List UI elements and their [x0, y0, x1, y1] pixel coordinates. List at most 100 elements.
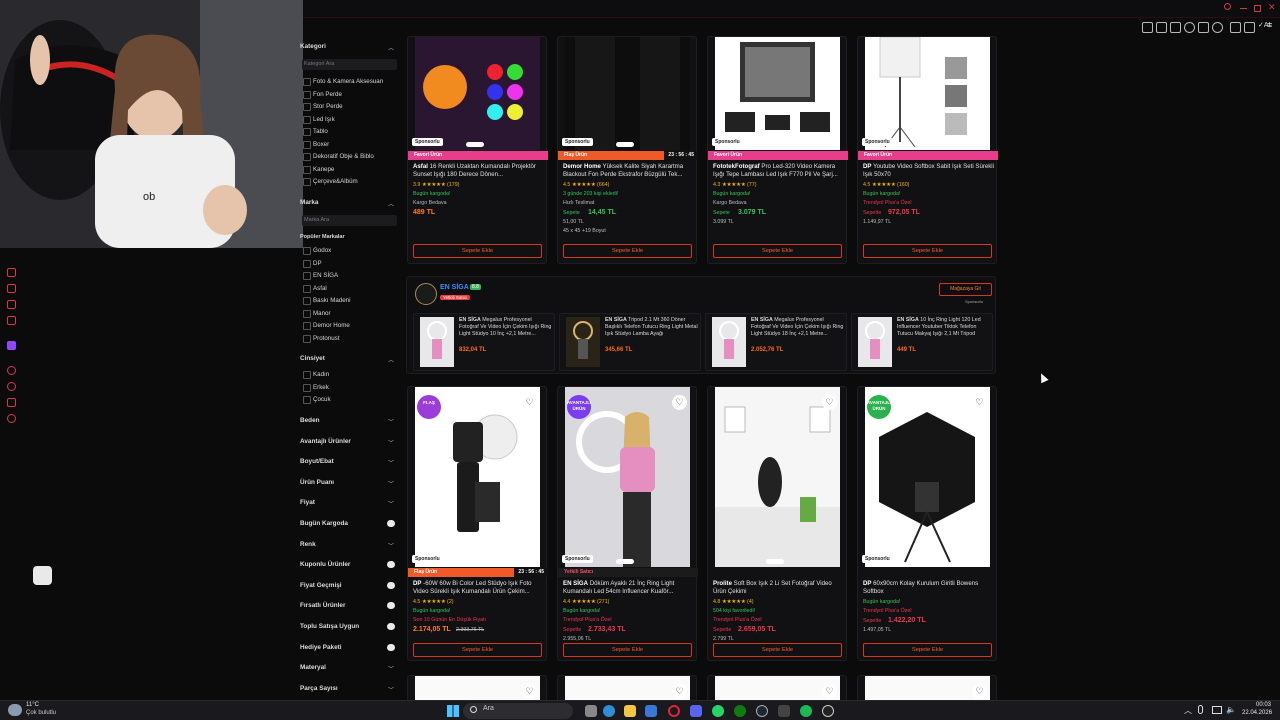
add-panel-icon[interactable] — [33, 566, 52, 585]
obs-icon[interactable] — [822, 705, 834, 717]
filter-section-title[interactable]: Avantajlı Ürünler — [300, 438, 351, 445]
product-title[interactable]: DP Youtube Video Softbox Sabit Işık Seti… — [863, 163, 995, 180]
toggle-switch[interactable] — [387, 602, 395, 610]
start-icon[interactable] — [447, 705, 459, 717]
sidebar-icon-4[interactable] — [7, 316, 16, 325]
bookmark-icon[interactable] — [1156, 22, 1167, 33]
add-to-cart-button[interactable]: Sepete Ekle — [713, 244, 842, 258]
product-image[interactable] — [715, 387, 840, 567]
product-title[interactable]: Demor Home Yüksek Kalite Siyah Karartma … — [563, 163, 695, 180]
chevron-down-icon[interactable]: ﹀ — [388, 438, 394, 447]
product-title[interactable]: DP 60x90cm Kolay Kurulum Giritli Bowens … — [863, 580, 995, 597]
brand-option[interactable]: Manor — [303, 309, 331, 318]
filter-section-title[interactable]: Parça Sayısı — [300, 685, 338, 692]
weather-icon[interactable] — [8, 704, 22, 716]
shield-icon[interactable] — [1170, 22, 1181, 33]
category-option[interactable]: Tablo — [303, 128, 328, 136]
sync-icon[interactable] — [1184, 22, 1195, 33]
product-image[interactable] — [415, 676, 540, 701]
sidebar-icon-6[interactable] — [7, 382, 16, 391]
product-title[interactable]: Prolite Soft Box Işık 2 Li Set Fotoğraf … — [713, 580, 845, 597]
store-icon[interactable] — [645, 705, 657, 717]
product-image[interactable] — [865, 37, 990, 150]
filter-section-title[interactable]: Bugün Kargoda — [300, 520, 348, 527]
product-image[interactable] — [715, 676, 840, 701]
whatsapp-icon[interactable] — [712, 705, 724, 717]
toggle-switch[interactable] — [387, 643, 395, 651]
store-product-image[interactable] — [858, 317, 892, 367]
product-image[interactable] — [715, 37, 840, 150]
product-card[interactable]: ♡ Prolite Soft Box Işık 2 Li Set Fotoğraf… — [707, 386, 847, 661]
sidebar-icon-1[interactable] — [7, 268, 16, 277]
brand-option[interactable]: Baskı Madeni — [303, 297, 351, 305]
discord-icon[interactable] — [690, 705, 702, 717]
filter-section-title[interactable]: Fiyat Geçmişi — [300, 582, 342, 589]
category-search-input[interactable]: Kategori Ara — [302, 59, 397, 70]
sidebar-icon-5[interactable] — [7, 366, 16, 375]
search-icon[interactable] — [1224, 3, 1231, 10]
store-product[interactable]: EN SİGA 10 İnç Ring Light 120 Led Influe… — [851, 313, 993, 371]
chevron-down-icon[interactable]: ﹀ — [388, 499, 394, 508]
category-option[interactable]: Fon Perde — [303, 90, 342, 99]
product-title[interactable]: Asfal 16 Renkli Uzaktan Kumandalı Projek… — [413, 163, 545, 180]
filter-section-title[interactable]: Fiyat — [300, 499, 315, 506]
gender-option[interactable]: Kadın — [302, 371, 329, 379]
volume-icon[interactable]: 🔈 — [1226, 705, 1236, 714]
product-card[interactable]: Sponsorlu ♡ Flaş Ürün 23 : 56 : 45 DP -60W 6… — [407, 386, 548, 661]
filter-brand-title[interactable]: Marka — [300, 199, 318, 206]
toggle-switch[interactable] — [387, 520, 395, 527]
product-title[interactable]: DP -60W 60w Bi Color Led Stüdyo Işık Fot… — [413, 580, 545, 597]
product-image[interactable] — [415, 37, 540, 150]
sidebar-icon-3[interactable] — [7, 300, 16, 309]
chevron-up-icon[interactable]: ︿ — [388, 199, 394, 208]
product-image[interactable] — [865, 676, 990, 701]
play-icon[interactable] — [1198, 22, 1209, 33]
product-title[interactable]: EN SİGA Döküm Ayaklı 21 İnç Ring Light K… — [563, 580, 695, 597]
category-option[interactable]: Boxer — [302, 140, 329, 149]
app-icon[interactable] — [778, 705, 790, 717]
filter-section-title[interactable]: Hediye Paketi — [300, 644, 342, 651]
filter-section-title[interactable]: Toplu Satışa Uygun — [300, 623, 359, 630]
clock-time[interactable]: 00:03 — [1256, 702, 1271, 708]
filter-category-title[interactable]: Kategori — [300, 43, 326, 50]
favorite-heart-icon[interactable]: ♡ — [972, 684, 987, 699]
mic-icon[interactable] — [1198, 705, 1203, 714]
favorite-heart-icon[interactable]: ♡ — [672, 395, 687, 410]
brand-option[interactable]: DP — [303, 259, 322, 268]
gender-option[interactable]: Erkek — [303, 383, 329, 392]
tray-chevron-icon[interactable]: ︿ — [1184, 705, 1192, 716]
sidebar-icon-2[interactable] — [7, 284, 16, 293]
product-card[interactable]: Sponsorlu Flaş Ürün 23 : 56 : 45 Demor Home… — [557, 36, 698, 264]
toggle-switch[interactable] — [387, 623, 395, 630]
add-to-cart-button[interactable]: Sepete Ekle — [413, 643, 542, 657]
brand-option[interactable]: Godox — [302, 247, 331, 255]
store-product-image[interactable] — [712, 317, 746, 367]
twitch-icon[interactable] — [7, 341, 16, 350]
filter-section-title[interactable]: Kuponlu Ürünler — [300, 561, 350, 568]
add-to-cart-button[interactable]: Sepete Ekle — [563, 244, 692, 258]
product-image[interactable] — [565, 676, 690, 701]
close-icon[interactable]: ✕ — [1268, 2, 1276, 13]
store-name[interactable]: EN SİGA — [440, 284, 469, 291]
category-option[interactable]: Kanepe — [302, 165, 334, 174]
xbox-icon[interactable] — [734, 705, 746, 717]
settings-icon[interactable] — [7, 414, 16, 423]
add-to-cart-button[interactable]: Sepete Ekle — [863, 244, 992, 258]
chevron-down-icon[interactable]: ﹀ — [388, 664, 394, 673]
chevron-down-icon[interactable]: ﹀ — [388, 541, 394, 550]
brand-option[interactable]: Demor Home — [303, 322, 350, 330]
size-options[interactable]: 45 x 45 +19 Boyut — [563, 228, 606, 234]
store-product-image[interactable] — [420, 317, 454, 367]
filter-section-title[interactable]: Beden — [300, 417, 320, 424]
favorite-heart-icon[interactable]: ♡ — [522, 684, 537, 699]
chevron-up-icon[interactable]: ︿ — [388, 355, 394, 364]
spotify-icon[interactable] — [800, 705, 812, 717]
task-view-icon[interactable] — [585, 705, 597, 717]
minimize-icon[interactable] — [1240, 8, 1247, 9]
add-to-cart-button[interactable]: Sepete Ekle — [713, 643, 842, 657]
product-card[interactable]: Sponsorlu ♡ DP 60x90cm Kolay Kurulum Girit… — [857, 386, 997, 661]
opera-icon[interactable] — [668, 705, 680, 717]
maximize-icon[interactable] — [1254, 5, 1261, 12]
favorite-heart-icon[interactable]: ♡ — [672, 684, 687, 699]
store-product[interactable]: EN SİGA Megalux Profesyonel Fotoğraf Ve … — [413, 313, 555, 371]
